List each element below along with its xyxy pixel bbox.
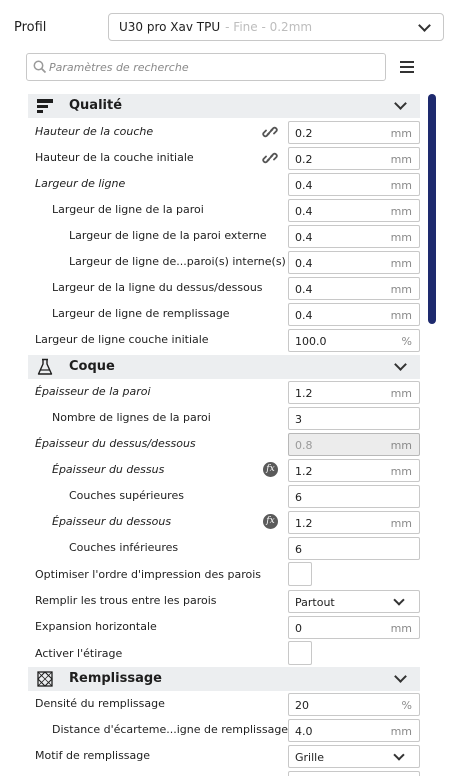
top-bottom-thickness-input[interactable]: 0.8 mm: [288, 433, 420, 456]
scrollbar-thumb[interactable]: [428, 94, 436, 324]
layer-height-input[interactable]: 0.2 mm: [288, 121, 420, 144]
profile-name: U30 pro Xav TPU: [119, 20, 221, 34]
setting-label: Largeur de ligne: [35, 177, 126, 190]
setting-label: Hauteur de la couche initiale: [35, 151, 194, 164]
fill-gaps-select[interactable]: Partout: [288, 590, 420, 613]
setting-label: Hauteur de la couche: [35, 125, 154, 138]
bottom-thickness-input[interactable]: 1.2 mm: [288, 511, 420, 534]
setting-infill-line-width: Largeur de ligne de remplissage 0.4 mm: [0, 301, 428, 327]
hamburger-menu-icon[interactable]: [400, 61, 414, 73]
setting-fill-gaps: Remplir les trous entre les parois Parto…: [0, 588, 428, 614]
setting-enable-ironing: Activer l'étirage: [0, 641, 428, 667]
setting-label: Largeur de ligne couche initiale: [35, 333, 209, 346]
setting-label: Nombre de lignes de la paroi: [52, 411, 211, 424]
setting-outer-wall-line-width: Largeur de ligne de la paroi externe 0.4…: [0, 223, 428, 249]
setting-infill-density: Densité du remplissage 20 %: [0, 691, 428, 717]
optimize-wall-order-checkbox[interactable]: [288, 562, 312, 586]
chevron-down-icon[interactable]: [394, 670, 407, 683]
category-title: Coque: [69, 359, 115, 374]
setting-wall-line-width: Largeur de ligne de la paroi 0.4 mm: [0, 197, 428, 223]
category-quality[interactable]: Qualité: [28, 94, 420, 118]
category-shell[interactable]: Coque: [28, 355, 420, 379]
top-thickness-input[interactable]: 1.2 mm: [288, 459, 420, 482]
setting-top-bottom-line-width: Largeur de la ligne du dessus/dessous 0.…: [0, 275, 428, 301]
setting-line-width: Largeur de ligne 0.4 mm: [0, 171, 428, 197]
link-icon[interactable]: [262, 124, 278, 140]
setting-top-bottom-thickness: Épaisseur du dessus/dessous 0.8 mm: [0, 431, 428, 457]
setting-next-partial: [0, 769, 428, 776]
infill-density-input[interactable]: 20 %: [288, 693, 420, 716]
setting-label: Expansion horizontale: [35, 620, 157, 633]
search-box[interactable]: [26, 53, 386, 81]
setting-label: Activer l'étirage: [35, 647, 123, 660]
category-title: Qualité: [69, 98, 123, 113]
setting-horizontal-expansion: Expansion horizontale 0 mm: [0, 614, 428, 640]
search-input[interactable]: [49, 58, 379, 77]
setting-initial-layer-height: Hauteur de la couche initiale 0.2 mm: [0, 145, 428, 171]
setting-label: Densité du remplissage: [35, 697, 165, 710]
setting-label: Remplir les trous entre les parois: [35, 594, 217, 607]
setting-label: Épaisseur du dessous: [52, 515, 172, 528]
enable-ironing-checkbox[interactable]: [288, 641, 312, 665]
chevron-down-icon: [418, 19, 431, 32]
initial-layer-height-input[interactable]: 0.2 mm: [288, 147, 420, 170]
setting-top-thickness: Épaisseur du dessus fx 1.2 mm: [0, 457, 428, 483]
function-icon[interactable]: fx: [263, 514, 278, 529]
setting-infill-line-distance: Distance d'écarteme...igne de remplissag…: [0, 717, 428, 743]
setting-label: Couches supérieures: [69, 489, 184, 502]
setting-optimize-wall-order: Optimiser l'ordre d'impression des paroi…: [0, 562, 428, 588]
setting-label: Largeur de la ligne du dessus/dessous: [52, 281, 263, 294]
line-width-input[interactable]: 0.4 mm: [288, 173, 420, 196]
wall-line-count-input[interactable]: 3: [288, 407, 420, 430]
setting-inner-wall-line-width: Largeur de ligne de...paroi(s) interne(s…: [0, 249, 428, 275]
setting-label: Motif de remplissage: [35, 749, 151, 762]
setting-label: Distance d'écarteme...igne de remplissag…: [52, 723, 289, 736]
top-bottom-line-width-input[interactable]: 0.4 mm: [288, 277, 420, 300]
search-icon: [33, 60, 47, 74]
setting-label: Largeur de ligne de...paroi(s) interne(s…: [69, 255, 286, 268]
setting-wall-line-count: Nombre de lignes de la paroi 3: [0, 405, 428, 431]
setting-label: Largeur de ligne de la paroi: [52, 203, 204, 216]
setting-label: Couches inférieures: [69, 541, 179, 554]
setting-layer-height: Hauteur de la couche 0.2 mm: [0, 119, 428, 145]
setting-label: Largeur de ligne de remplissage: [52, 307, 230, 320]
infill-pattern-select[interactable]: Grille: [288, 745, 420, 768]
infill-line-distance-input[interactable]: 4.0 mm: [288, 719, 420, 742]
outer-wall-line-width-input[interactable]: 0.4 mm: [288, 225, 420, 248]
bottom-layers-input[interactable]: 6: [288, 537, 420, 560]
shell-flask-icon: [37, 358, 53, 375]
setting-top-layers: Couches supérieures 6: [0, 483, 428, 509]
horizontal-expansion-input[interactable]: 0 mm: [288, 616, 420, 639]
setting-label: Largeur de ligne de la paroi externe: [69, 229, 267, 242]
quality-layers-icon: [37, 99, 53, 113]
setting-bottom-layers: Couches inférieures 6: [0, 535, 428, 561]
setting-label: Optimiser l'ordre d'impression des paroi…: [35, 568, 261, 581]
infill-grid-icon: [37, 671, 53, 687]
setting-initial-layer-line-width: Largeur de ligne couche initiale 100.0 %: [0, 327, 428, 353]
profile-quality: - Fine - 0.2mm: [225, 20, 313, 34]
category-infill[interactable]: Remplissage: [28, 667, 420, 691]
link-icon[interactable]: [262, 150, 278, 166]
setting-label: Épaisseur du dessus/dessous: [35, 437, 196, 450]
category-title: Remplissage: [69, 671, 162, 686]
chevron-down-icon[interactable]: [394, 358, 407, 371]
infill-line-width-input[interactable]: 0.4 mm: [288, 303, 420, 326]
setting-infill-pattern: Motif de remplissage Grille: [0, 743, 428, 769]
chevron-down-icon: [393, 594, 405, 606]
initial-layer-line-width-input[interactable]: 100.0 %: [288, 329, 420, 352]
profile-select[interactable]: U30 pro Xav TPU - Fine - 0.2mm: [108, 13, 444, 41]
setting-label: Épaisseur de la paroi: [35, 385, 151, 398]
wall-thickness-input[interactable]: 1.2 mm: [288, 381, 420, 404]
profile-label: Profil: [14, 20, 47, 35]
setting-bottom-thickness: Épaisseur du dessous fx 1.2 mm: [0, 509, 428, 535]
chevron-down-icon: [393, 749, 405, 761]
setting-wall-thickness: Épaisseur de la paroi 1.2 mm: [0, 379, 428, 405]
partial-input[interactable]: [288, 771, 420, 776]
top-layers-input[interactable]: 6: [288, 485, 420, 508]
wall-line-width-input[interactable]: 0.4 mm: [288, 199, 420, 222]
setting-label: Épaisseur du dessus: [52, 463, 165, 476]
function-icon[interactable]: fx: [263, 462, 278, 477]
inner-wall-line-width-input[interactable]: 0.4 mm: [288, 251, 420, 274]
chevron-down-icon[interactable]: [394, 97, 407, 110]
